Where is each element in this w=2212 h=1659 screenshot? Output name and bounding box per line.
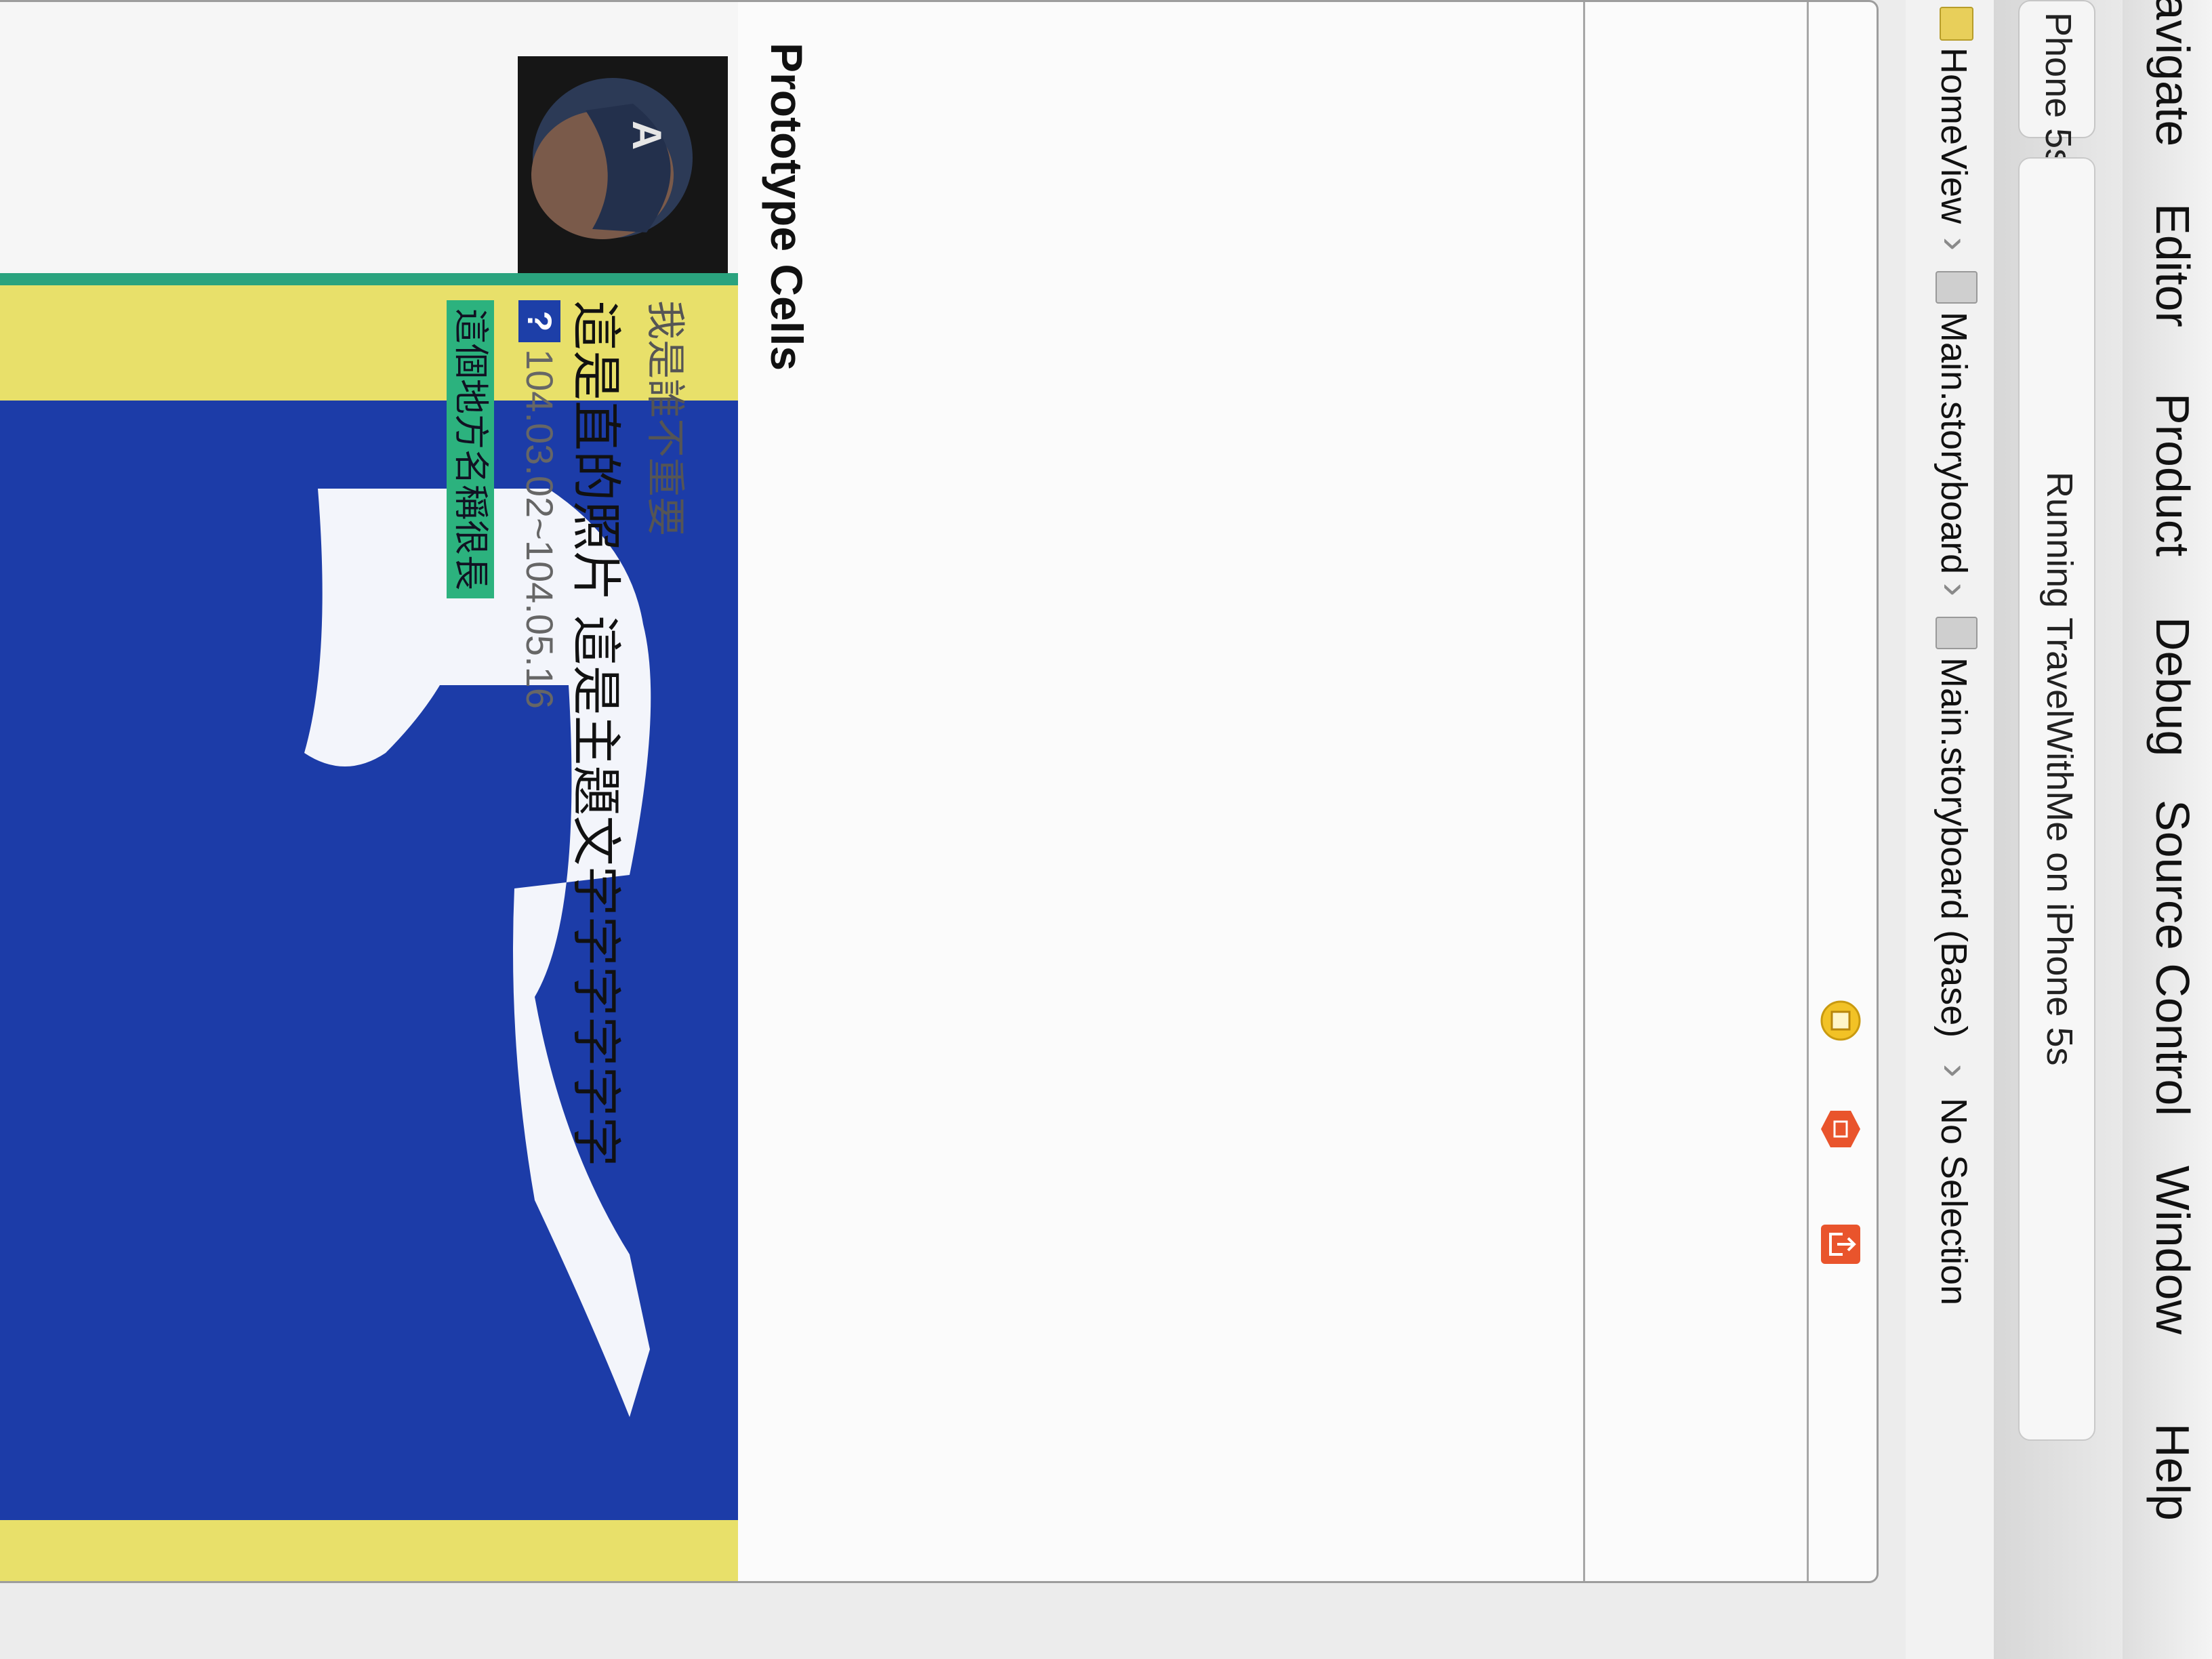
jump-bar: HomeView › Main.storyboard › Main.storyb… <box>1904 0 1994 1659</box>
date-range: 104.03.02~104.05.16 <box>518 349 561 709</box>
breadcrumb-homeview[interactable]: HomeView <box>1933 47 1975 224</box>
storyboard-canvas[interactable]: Prototype Cells A 我是誰不重要 這是直的照片 這是主題文字字字… <box>0 0 1906 1659</box>
accent-divider <box>0 273 738 285</box>
prototype-cells-header: Prototype Cells <box>762 43 812 371</box>
folder-icon <box>1940 7 1973 41</box>
menu-product[interactable]: Product <box>2146 393 2200 556</box>
prototype-cell[interactable]: A 我是誰不重要 這是直的照片 這是主題文字字字字字字 ? 104.03.02~… <box>0 2 738 1581</box>
breadcrumb-no-selection[interactable]: No Selection <box>1933 1098 1975 1305</box>
cell-title: 這是直的照片 這是主題文字字字字字字 <box>568 300 624 1167</box>
first-responder-icon[interactable] <box>1818 1107 1863 1151</box>
chevron-right-icon: › <box>1933 237 1978 251</box>
scheme-selector[interactable]: Phone 5s <box>2018 0 2095 167</box>
scene-dock-divider <box>1807 2 1809 1581</box>
menu-source-control[interactable]: Source Control <box>2146 800 2200 1116</box>
yellow-strip-right <box>0 1520 738 1581</box>
avatar: A <box>518 56 728 273</box>
device-label: Phone 5s <box>2038 12 2078 167</box>
place-name-badge: 這個地方名稱很長 <box>447 300 494 599</box>
status-text: Running TravelWithMe on iPhone 5s <box>2039 472 2080 1066</box>
menu-window[interactable]: Window <box>2146 1166 2200 1334</box>
author-label: 我是誰不重要 <box>643 300 687 537</box>
view-controller-scene[interactable]: Prototype Cells A 我是誰不重要 這是直的照片 這是主題文字字字… <box>0 0 1879 1583</box>
exit-icon[interactable] <box>1818 1222 1863 1267</box>
xcode-window: Navigate Editor Product Debug Source Con… <box>0 0 2212 1659</box>
chevron-right-icon: › <box>1933 583 1978 596</box>
storyboard-file-icon <box>1936 617 1978 649</box>
toolbar: Phone 5s Running TravelWithMe on iPhone … <box>1992 0 2123 1659</box>
menu-navigate[interactable]: Navigate <box>2146 0 2200 146</box>
menu-help[interactable]: Help <box>2146 1423 2200 1521</box>
breadcrumb-main-storyboard[interactable]: Main.storyboard <box>1933 312 1975 574</box>
menu-bar: Navigate Editor Product Debug Source Con… <box>2121 0 2212 1659</box>
svg-text:A: A <box>624 121 670 150</box>
chevron-right-icon: › <box>1933 1064 1978 1078</box>
menu-debug[interactable]: Debug <box>2146 617 2200 756</box>
question-icon: ? <box>518 300 560 342</box>
breadcrumb-main-storyboard-base[interactable]: Main.storyboard (Base) <box>1933 657 1975 1038</box>
view-controller-icon[interactable] <box>1818 998 1863 1043</box>
navigation-bar-divider <box>1583 2 1585 1581</box>
activity-viewer: Running TravelWithMe on iPhone 5s <box>2018 157 2095 1441</box>
menu-editor[interactable]: Editor <box>2146 203 2200 327</box>
captain-america-photo: A <box>518 56 728 273</box>
storyboard-file-icon <box>1936 271 1978 304</box>
